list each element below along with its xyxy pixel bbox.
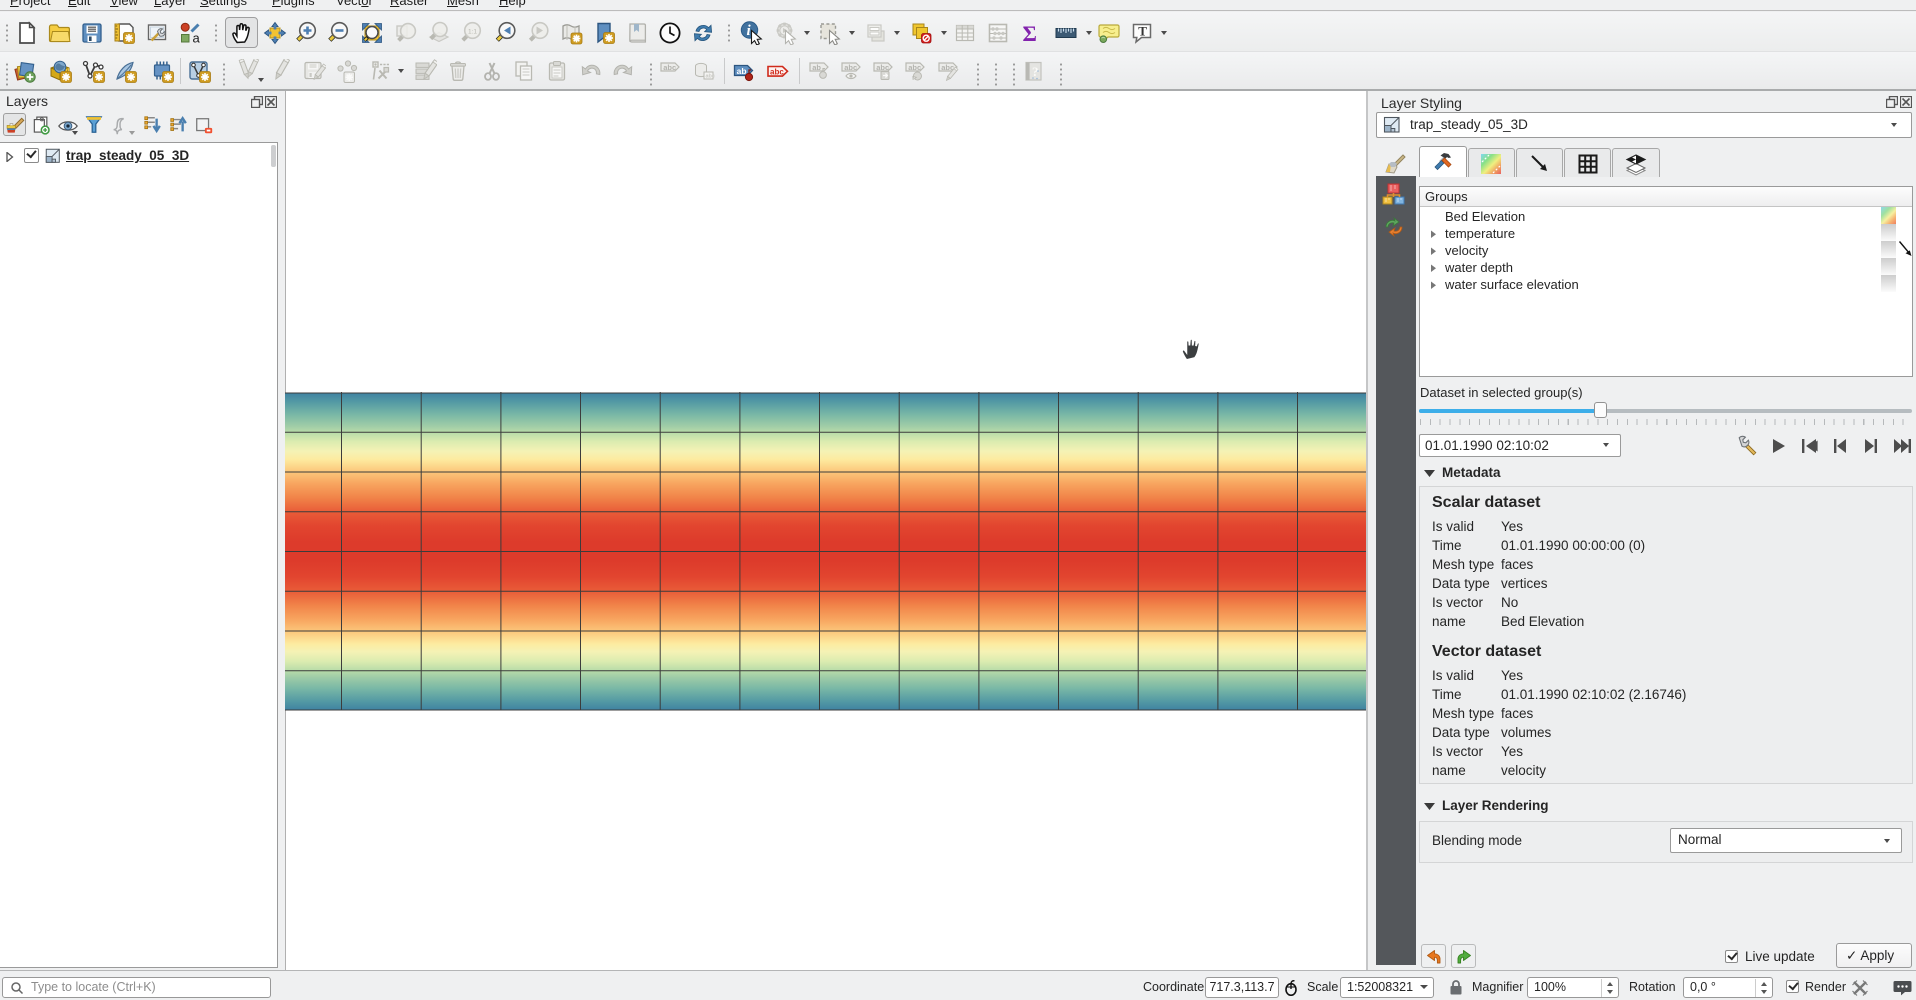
svg-text:abc: abc (876, 63, 889, 72)
svg-text:a: a (193, 31, 201, 46)
svg-text:ab: ab (812, 63, 821, 72)
svg-text:ab: ab (737, 66, 747, 76)
svg-text:abc: abc (706, 74, 715, 80)
svg-text:T: T (1138, 24, 1147, 39)
svg-text:abc: abc (663, 63, 676, 72)
svg-text:1:1: 1:1 (468, 29, 477, 36)
svg-text:abc: abc (770, 67, 784, 76)
svg-text:Σ: Σ (1023, 21, 1037, 45)
svg-text:abc: abc (908, 63, 921, 72)
svg-text:abc: abc (844, 63, 857, 72)
